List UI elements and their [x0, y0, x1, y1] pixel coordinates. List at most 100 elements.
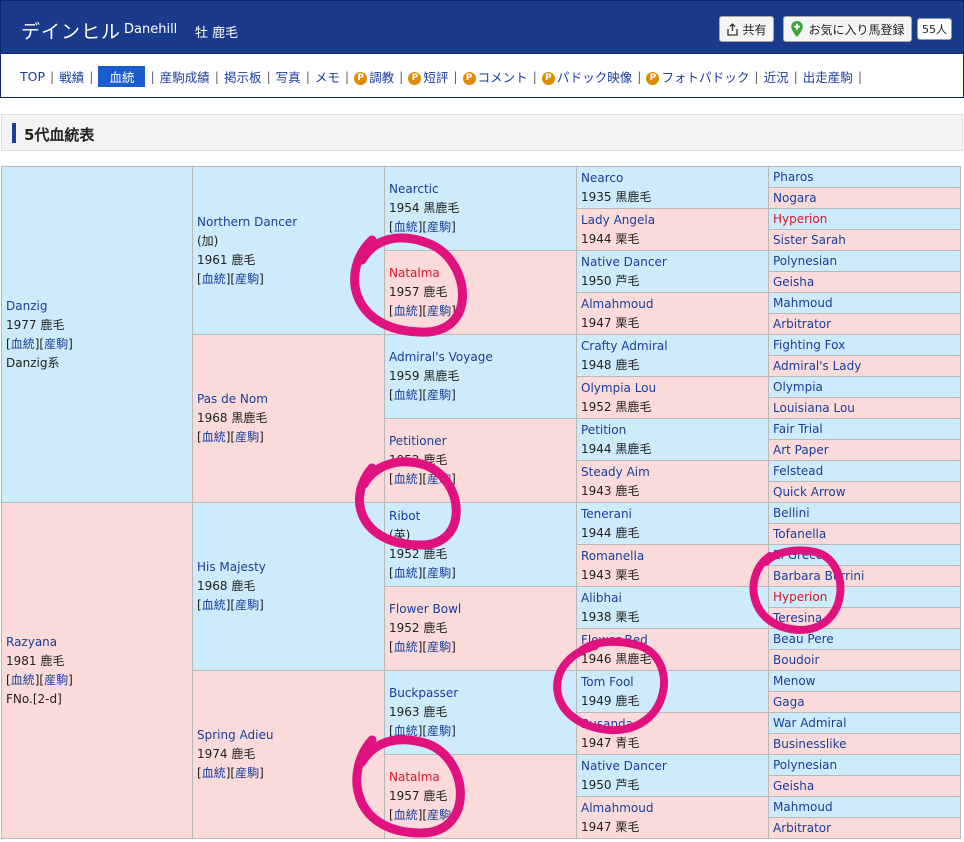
progeny-link[interactable]: 産駒 — [427, 566, 451, 580]
horse-name-link[interactable]: Fighting Fox — [773, 338, 845, 352]
nav-item[interactable]: 掲示板 — [219, 67, 267, 86]
horse-name-link[interactable]: Teresina — [773, 611, 822, 625]
horse-name-link[interactable]: Lady Angela — [581, 213, 655, 227]
horse-name-link[interactable]: Barbara Burrini — [773, 569, 864, 583]
nav-item[interactable]: P 調教 — [349, 67, 399, 86]
nav-item[interactable]: 写真 — [271, 67, 306, 86]
progeny-link[interactable]: 産駒 — [44, 673, 68, 687]
pedigree-link[interactable]: 血統 — [394, 724, 418, 738]
horse-name-link[interactable]: Tenerani — [581, 507, 632, 521]
horse-name-link[interactable]: Gaga — [773, 695, 805, 709]
horse-name-link[interactable]: His Majesty — [197, 560, 266, 574]
nav-item[interactable]: 戦績 — [54, 67, 89, 86]
pedigree-link[interactable]: 血統 — [202, 272, 226, 286]
favorite-button[interactable]: お気に入り馬登録 — [783, 16, 912, 42]
progeny-link[interactable]: 産駒 — [427, 808, 451, 822]
horse-name-link[interactable]: Nearctic — [389, 182, 439, 196]
progeny-link[interactable]: 産駒 — [427, 724, 451, 738]
horse-name-link[interactable]: Crafty Admiral — [581, 339, 668, 353]
country-tag[interactable]: (英) — [389, 528, 410, 542]
nav-item[interactable]: 産駒成績 — [155, 67, 215, 86]
horse-name-link[interactable]: Natalma — [389, 770, 440, 784]
horse-name-link[interactable]: Native Dancer — [581, 255, 667, 269]
horse-name-link[interactable]: Steady Aim — [581, 465, 650, 479]
horse-name-link[interactable]: Admiral's Lady — [773, 359, 861, 373]
share-button[interactable]: 共有 — [719, 16, 774, 42]
horse-name-link[interactable]: Petitioner — [389, 434, 447, 448]
progeny-link[interactable]: 産駒 — [235, 430, 259, 444]
pedigree-link[interactable]: 血統 — [394, 304, 418, 318]
horse-name-link[interactable]: Pharos — [773, 170, 813, 184]
horse-name-link[interactable]: Olympia Lou — [581, 381, 656, 395]
horse-name-link[interactable]: Sister Sarah — [773, 233, 846, 247]
pedigree-link[interactable]: 血統 — [394, 640, 418, 654]
horse-name-link[interactable]: Flower Bowl — [389, 602, 461, 616]
pedigree-link[interactable]: 血統 — [394, 220, 418, 234]
horse-name-link[interactable]: Menow — [773, 674, 816, 688]
horse-name-link[interactable]: Louisiana Lou — [773, 401, 855, 415]
nav-item[interactable]: P 短評 — [403, 67, 453, 86]
horse-name-link[interactable]: Polynesian — [773, 758, 837, 772]
nav-item[interactable]: P パドック映像 — [537, 67, 637, 86]
horse-name-link[interactable]: Arbitrator — [773, 317, 831, 331]
horse-name-link[interactable]: Art Paper — [773, 443, 829, 457]
horse-name-link[interactable]: Petition — [581, 423, 626, 437]
horse-name-link[interactable]: Alibhai — [581, 591, 622, 605]
horse-name-link[interactable]: Businesslike — [773, 737, 847, 751]
horse-name-link[interactable]: Natalma — [389, 266, 440, 280]
pedigree-link[interactable]: 血統 — [11, 673, 35, 687]
progeny-link[interactable]: 産駒 — [427, 640, 451, 654]
pedigree-link[interactable]: 血統 — [394, 388, 418, 402]
nav-item[interactable]: TOP — [15, 69, 50, 84]
horse-name-link[interactable]: Ribot — [389, 509, 420, 523]
progeny-link[interactable]: 産駒 — [427, 472, 451, 486]
horse-name-link[interactable]: War Admiral — [773, 716, 846, 730]
progeny-link[interactable]: 産駒 — [235, 598, 259, 612]
horse-name-link[interactable]: Hyperion — [773, 212, 827, 226]
horse-name-link[interactable]: Polynesian — [773, 254, 837, 268]
progeny-link[interactable]: 産駒 — [235, 766, 259, 780]
horse-name-link[interactable]: Northern Dancer — [197, 215, 297, 229]
horse-name-link[interactable]: Bellini — [773, 506, 810, 520]
nav-item[interactable]: メモ — [310, 67, 345, 86]
horse-name-link[interactable]: Flower Bed — [581, 633, 648, 647]
pedigree-link[interactable]: 血統 — [202, 766, 226, 780]
nav-item[interactable]: P フォトパドック — [641, 67, 754, 86]
pedigree-link[interactable]: 血統 — [202, 598, 226, 612]
progeny-link[interactable]: 産駒 — [427, 304, 451, 318]
horse-name-link[interactable]: Boudoir — [773, 653, 819, 667]
horse-name-link[interactable]: Razyana — [6, 635, 57, 649]
horse-name-link[interactable]: El Greco — [773, 548, 823, 562]
pedigree-link[interactable]: 血統 — [11, 337, 35, 351]
progeny-link[interactable]: 産駒 — [427, 388, 451, 402]
horse-name-link[interactable]: Spring Adieu — [197, 728, 273, 742]
horse-name-link[interactable]: Buckpasser — [389, 686, 458, 700]
horse-name-link[interactable]: Beau Pere — [773, 632, 834, 646]
horse-name-link[interactable]: Geisha — [773, 779, 814, 793]
horse-name-link[interactable]: Fair Trial — [773, 422, 823, 436]
horse-name-link[interactable]: Romanella — [581, 549, 644, 563]
horse-name-link[interactable]: Felstead — [773, 464, 823, 478]
horse-name-link[interactable]: Arbitrator — [773, 821, 831, 835]
progeny-link[interactable]: 産駒 — [427, 220, 451, 234]
horse-name-link[interactable]: Almahmoud — [581, 801, 653, 815]
horse-name-link[interactable]: Pas de Nom — [197, 392, 268, 406]
nav-item[interactable]: 近況 — [759, 67, 794, 86]
horse-name-link[interactable]: Native Dancer — [581, 759, 667, 773]
pedigree-link[interactable]: 血統 — [202, 430, 226, 444]
horse-name-link[interactable]: Quick Arrow — [773, 485, 846, 499]
horse-name-link[interactable]: Geisha — [773, 275, 814, 289]
horse-name-link[interactable]: Tom Fool — [581, 675, 634, 689]
horse-name-link[interactable]: Olympia — [773, 380, 823, 394]
horse-name-link[interactable]: Almahmoud — [581, 297, 653, 311]
nav-item[interactable]: 出走産駒 — [798, 67, 858, 86]
nav-item[interactable]: 血統 — [98, 66, 146, 87]
pedigree-link[interactable]: 血統 — [394, 808, 418, 822]
horse-name-link[interactable]: Danzig — [6, 299, 47, 313]
horse-name-link[interactable]: Hyperion — [773, 590, 827, 604]
progeny-link[interactable]: 産駒 — [235, 272, 259, 286]
horse-name-link[interactable]: Tofanella — [773, 527, 826, 541]
horse-name-link[interactable]: Admiral's Voyage — [389, 350, 493, 364]
pedigree-link[interactable]: 血統 — [394, 566, 418, 580]
horse-name-link[interactable]: Nearco — [581, 171, 623, 185]
